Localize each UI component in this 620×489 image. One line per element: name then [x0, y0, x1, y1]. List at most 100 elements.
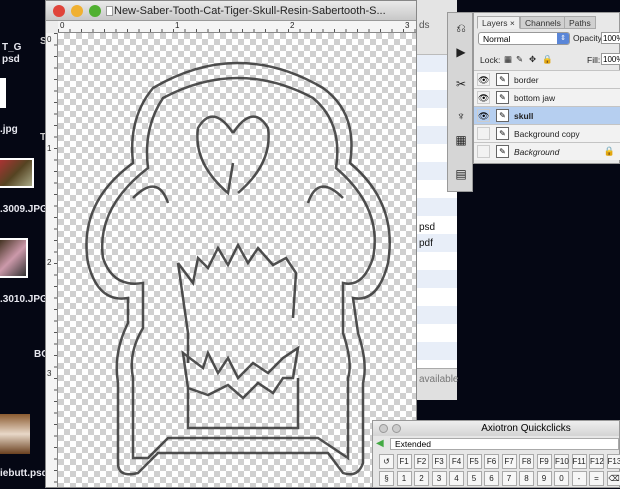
eye-icon[interactable]: 👁 [477, 109, 490, 122]
key-button[interactable]: 7 [502, 471, 517, 486]
key-button[interactable]: F4 [449, 454, 464, 469]
key-button[interactable]: F11 [572, 454, 587, 469]
key-button[interactable]: 9 [537, 471, 552, 486]
desktop-photo-thumbnail[interactable] [0, 414, 30, 454]
lock-brush-icon[interactable]: ✎ [516, 54, 523, 65]
key-button[interactable]: 0 [554, 471, 569, 486]
key-button[interactable]: F8 [519, 454, 534, 469]
desktop-label: psd [2, 54, 20, 65]
opacity-input[interactable]: 100% [601, 32, 620, 44]
key-button[interactable]: 1 [397, 471, 412, 486]
title-bar[interactable]: New-Saber-Tooth-Cat-Tiger-Skull-Resin-Sa… [46, 1, 416, 21]
ruler-label: 2 [290, 21, 294, 30]
layer-row[interactable]: ✎Background copy [474, 124, 620, 142]
opacity-label: Opacity: [573, 33, 604, 43]
lock-transparent-icon[interactable]: ▦ [504, 54, 512, 65]
eye-icon[interactable]: 👁 [477, 73, 490, 86]
tab-layers[interactable]: Layers × [477, 16, 520, 29]
key-button[interactable]: 5 [467, 471, 482, 486]
key-button[interactable]: 3 [432, 471, 447, 486]
key-button[interactable]: F2 [414, 454, 429, 469]
layer-row[interactable]: 👁✎bottom jaw [474, 88, 620, 106]
layers-panel: Layers × Channels Paths Normal ⇕ Opacity:… [473, 12, 620, 164]
canvas[interactable] [58, 33, 416, 487]
key-button[interactable]: ↺ [379, 454, 394, 469]
brush-icon: ✎ [496, 73, 509, 86]
zoom-button[interactable] [89, 5, 101, 17]
preset-select[interactable]: Extended [390, 438, 619, 450]
key-button[interactable]: F1 [397, 454, 412, 469]
key-button[interactable]: § [379, 471, 394, 486]
layer-row[interactable]: 👁✎border [474, 70, 620, 88]
window-title: New-Saber-Tooth-Cat-Tiger-Skull-Resin-Sa… [114, 5, 386, 17]
close-button[interactable] [53, 5, 65, 17]
key-button[interactable]: F13 [607, 454, 620, 469]
eye-icon[interactable]: 👁 [477, 91, 490, 104]
desktop-label: .3010.JPG [0, 294, 48, 305]
minimize-button[interactable] [71, 5, 83, 17]
visibility-toggle[interactable] [477, 127, 490, 140]
key-button[interactable]: 8 [519, 471, 534, 486]
close-button[interactable] [379, 424, 388, 433]
layer-row[interactable]: 👁✎skull [474, 106, 620, 124]
brushes-icon[interactable]: ♆ [452, 107, 470, 125]
layer-name: Background copy [514, 129, 580, 139]
visibility-toggle[interactable] [477, 145, 490, 158]
finder-file[interactable]: pdf [419, 238, 433, 249]
ruler-label: 1 [47, 144, 51, 153]
upper-teeth [178, 245, 296, 363]
cheek-lines [133, 187, 343, 203]
quickclicks-title[interactable]: Axiotron Quickclicks [373, 421, 619, 436]
key-button[interactable]: F6 [484, 454, 499, 469]
desktop-label: iebutt.psd [0, 468, 48, 479]
desktop-photo-thumbnail[interactable] [0, 238, 28, 278]
blend-mode-value: Normal [483, 34, 510, 44]
lock-move-icon[interactable]: ✥ [529, 54, 536, 65]
nasal-cavity [197, 117, 268, 193]
panel-dock: ⎌ ▶ ✂ ♆ ▦ ▤ [447, 12, 473, 192]
desktop-photo-thumbnail[interactable] [0, 158, 34, 188]
back-arrow-icon[interactable]: ◀ [376, 438, 384, 449]
key-button[interactable]: 2 [414, 471, 429, 486]
fill-input[interactable]: 100% [601, 53, 620, 65]
finder-status: available [419, 374, 458, 385]
layer-row[interactable]: ✎Background🔒 [474, 142, 620, 160]
blend-mode-select[interactable]: Normal ⇕ [478, 32, 570, 45]
actions-icon[interactable]: ▶ [452, 43, 470, 61]
key-button[interactable]: - [572, 471, 587, 486]
lock-label: Lock: [480, 55, 500, 65]
skull-drawing [58, 33, 418, 489]
ruler-label: 2 [47, 258, 51, 267]
vertical-ruler[interactable]: 0 1 2 3 [46, 33, 58, 487]
key-button[interactable]: F10 [554, 454, 569, 469]
skull-inner-outline [102, 78, 375, 458]
jaw-lower-edge [188, 378, 298, 428]
desktop-label: T_G [2, 42, 21, 53]
key-button[interactable]: F9 [537, 454, 552, 469]
document-window: New-Saber-Tooth-Cat-Tiger-Skull-Resin-Sa… [45, 0, 417, 488]
desktop-file-icon[interactable] [0, 78, 6, 108]
key-button[interactable]: F5 [467, 454, 482, 469]
history-icon[interactable]: ⎌ [452, 19, 470, 37]
key-button[interactable]: F7 [502, 454, 517, 469]
lock-all-icon[interactable]: 🔒 [542, 54, 553, 65]
bottom-jaw [183, 348, 298, 398]
key-button[interactable]: ⌫ [607, 471, 620, 486]
key-button[interactable]: 4 [449, 471, 464, 486]
clone-source-icon[interactable]: ▦ [452, 131, 470, 149]
tool-presets-icon[interactable]: ✂ [452, 75, 470, 93]
tab-channels[interactable]: Channels [520, 16, 566, 29]
ruler-label: 3 [405, 21, 409, 30]
ruler-label: 1 [175, 21, 179, 30]
horizontal-ruler[interactable]: 0 1 2 3 [58, 21, 416, 33]
key-button[interactable]: 6 [484, 471, 499, 486]
quickclicks-window: Axiotron Quickclicks ◀ Extended ↺F1F2F3F… [372, 420, 620, 488]
key-button[interactable]: F3 [432, 454, 447, 469]
info-icon[interactable]: ▤ [452, 165, 470, 183]
minimize-button[interactable] [392, 424, 401, 433]
finder-file[interactable]: psd [419, 222, 435, 233]
chevron-updown-icon: ⇕ [557, 33, 569, 44]
tab-paths[interactable]: Paths [564, 16, 596, 29]
key-button[interactable]: = [589, 471, 604, 486]
key-button[interactable]: F12 [589, 454, 604, 469]
